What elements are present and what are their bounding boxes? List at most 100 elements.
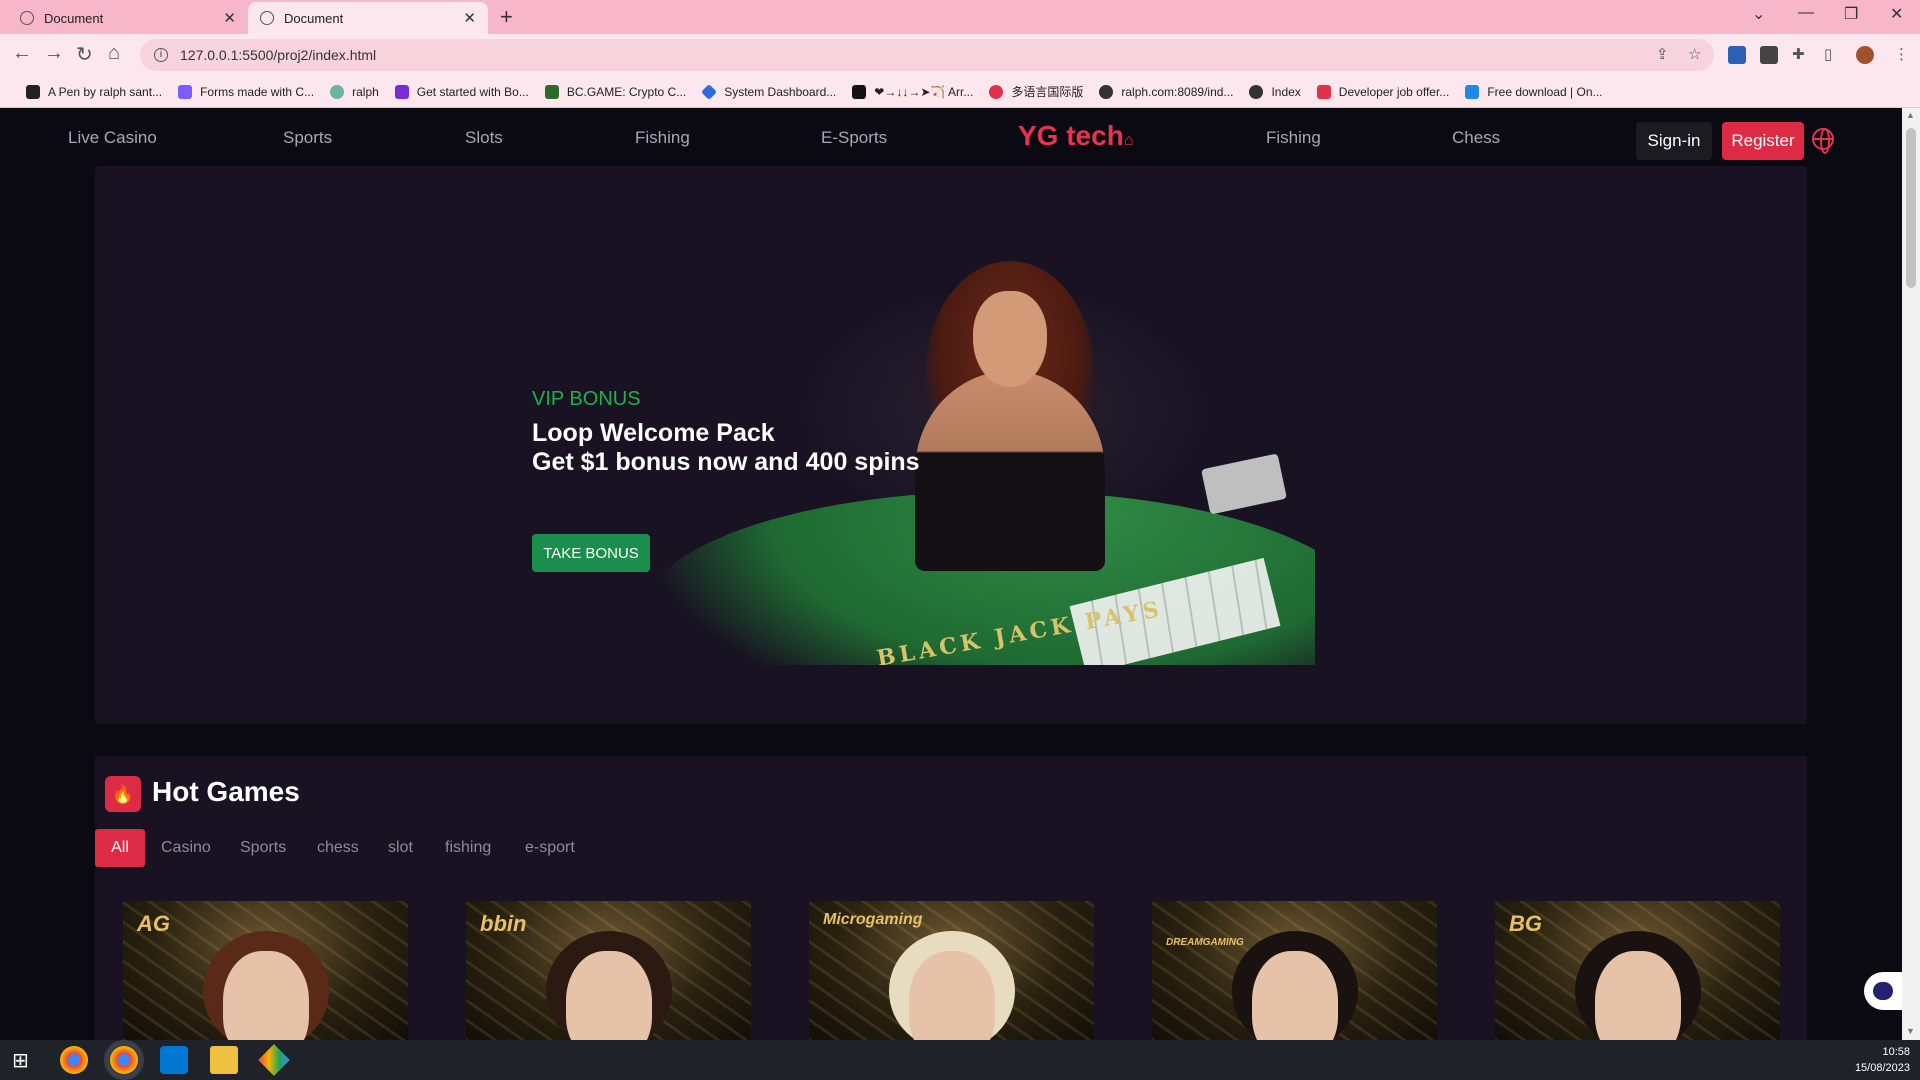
filter-sports[interactable]: Sports <box>240 829 286 867</box>
bookmark-label: 多语言国际版 <box>1011 85 1084 99</box>
game-card[interactable]: DREAMGAMING <box>1152 901 1437 1040</box>
scroll-thumb[interactable] <box>1906 128 1916 288</box>
bookmark-item[interactable]: BC.GAME: Crypto C... <box>544 84 686 99</box>
bookmark-item[interactable]: ralph.com:8089/ind... <box>1099 84 1234 99</box>
nav-slots[interactable]: Slots <box>465 128 503 148</box>
chrome-icon[interactable] <box>60 1046 88 1074</box>
bookmark-item[interactable]: Get started with Bo... <box>394 84 529 99</box>
page-scrollbar[interactable]: ▲ ▼ <box>1902 108 1920 1040</box>
bookmark-label: Free download | On... <box>1487 84 1603 99</box>
bookmark-item[interactable]: Index <box>1249 84 1301 99</box>
bookmark-item[interactable]: ❤→↓↓→➤🏹 Arr... <box>852 84 973 99</box>
nav-sports[interactable]: Sports <box>283 128 332 148</box>
git-app-icon[interactable] <box>258 1044 290 1076</box>
share-icon[interactable]: ⇪ <box>1656 45 1669 63</box>
close-tab-icon[interactable]: ✕ <box>223 9 236 27</box>
game-brand: bbin <box>480 911 527 936</box>
take-bonus-button[interactable]: TAKE BONUS <box>532 534 650 572</box>
filter-all[interactable]: All <box>95 829 145 867</box>
bookmark-favicon <box>701 83 718 100</box>
page-viewport: Live Casino Sports Slots Fishing E-Sport… <box>0 108 1902 1040</box>
filter-chess[interactable]: chess <box>317 829 359 867</box>
bookmark-item[interactable]: Developer job offer... <box>1316 84 1449 99</box>
scroll-down-icon[interactable]: ▼ <box>1906 1026 1915 1036</box>
nav-fishing-2[interactable]: Fishing <box>1266 128 1321 148</box>
back-icon[interactable]: ← <box>12 42 32 65</box>
extension-icon[interactable] <box>1760 46 1778 64</box>
game-card[interactable]: BG <box>1495 901 1780 1040</box>
windows-start-icon[interactable]: ⊞ <box>12 1048 40 1076</box>
bookmark-item[interactable]: System Dashboard... <box>701 83 836 100</box>
forward-icon[interactable]: → <box>44 42 64 65</box>
bookmark-favicon <box>394 84 409 99</box>
windows-taskbar: ⊞ 10:58 15/08/2023 <box>0 1040 1920 1080</box>
nav-e-sports[interactable]: E-Sports <box>821 128 887 148</box>
bookmark-label: Forms made with C... <box>200 84 315 99</box>
game-brand: BG <box>1509 911 1542 936</box>
extension-icon[interactable] <box>1728 46 1746 64</box>
hot-games-section: 🔥 Hot Games All Casino Sports chess slot… <box>95 756 1807 1040</box>
filter-e-sport[interactable]: e-sport <box>525 829 575 867</box>
bookmark-label: Get started with Bo... <box>416 84 529 99</box>
browser-tab[interactable]: Document ✕ <box>8 2 248 34</box>
file-explorer-icon[interactable] <box>210 1046 238 1074</box>
nav-fishing[interactable]: Fishing <box>635 128 690 148</box>
filter-casino[interactable]: Casino <box>161 829 211 867</box>
home-icon[interactable]: ⌂ <box>108 42 120 65</box>
bookmark-label: A Pen by ralph sant... <box>48 84 163 99</box>
close-tab-icon[interactable]: ✕ <box>463 9 476 27</box>
new-tab-button[interactable]: + <box>500 4 513 30</box>
reload-icon[interactable]: ↻ <box>76 42 93 67</box>
logo-text: YG tech <box>1018 120 1124 151</box>
restore-button[interactable]: ❐ <box>1844 4 1858 24</box>
house-icon: ⌂ <box>1123 132 1134 149</box>
browser-tab-active[interactable]: Document ✕ <box>248 2 488 34</box>
bookmark-item[interactable]: ralph <box>330 84 379 99</box>
sign-in-button[interactable]: Sign-in <box>1636 122 1712 160</box>
nav-chess[interactable]: Chess <box>1452 128 1500 148</box>
extensions-puzzle-icon[interactable]: ✚ <box>1792 45 1805 63</box>
system-clock[interactable]: 10:58 15/08/2023 <box>1855 1044 1910 1076</box>
bookmarks-bar: A Pen by ralph sant... Forms made with C… <box>0 76 1920 108</box>
info-icon[interactable]: i <box>154 48 168 62</box>
clock-date: 15/08/2023 <box>1854 1062 1910 1074</box>
close-window-button[interactable]: ✕ <box>1890 4 1903 24</box>
address-bar-row: ← → ↻ ⌂ i 127.0.0.1:5500/proj2/index.htm… <box>0 34 1920 76</box>
bookmark-favicon <box>1465 84 1480 99</box>
globe-icon <box>20 11 34 25</box>
language-globe-icon[interactable] <box>1812 128 1834 154</box>
bookmark-label: Index <box>1271 84 1301 99</box>
vscode-icon[interactable] <box>160 1046 188 1074</box>
url-input[interactable]: i 127.0.0.1:5500/proj2/index.html <box>140 39 1714 71</box>
minimize-button[interactable]: — <box>1798 4 1814 22</box>
filter-slot[interactable]: slot <box>388 829 413 867</box>
game-card[interactable]: Microgaming <box>809 901 1094 1040</box>
bookmark-star-icon[interactable]: ☆ <box>1688 45 1701 63</box>
bookmark-item[interactable]: Forms made with C... <box>178 84 315 99</box>
tab-search-icon[interactable]: ⌄ <box>1752 4 1765 24</box>
hero-heading: Loop Welcome Pack Get $1 bonus now and 4… <box>532 419 920 477</box>
side-panel-icon[interactable]: ▯ <box>1824 45 1832 63</box>
bookmark-favicon <box>26 84 40 99</box>
bookmark-item[interactable]: 多语言国际版 <box>989 83 1083 100</box>
register-button[interactable]: Register <box>1722 122 1804 160</box>
chat-support-button[interactable] <box>1864 972 1902 1010</box>
filter-fishing[interactable]: fishing <box>445 829 491 867</box>
site-logo[interactable]: YG tech⌂ <box>1018 120 1133 152</box>
profile-avatar[interactable] <box>1856 46 1874 64</box>
bookmark-favicon <box>1099 84 1114 99</box>
tab-title: Document <box>284 10 344 26</box>
url-text: 127.0.0.1:5500/proj2/index.html <box>180 47 377 63</box>
chat-icon <box>1873 982 1893 1000</box>
nav-live-casino[interactable]: Live Casino <box>68 128 157 148</box>
game-card[interactable]: bbin <box>466 901 751 1040</box>
hero-banner: BLACK JACK PAYS VIP BONUS Loop Welcome P… <box>95 166 1807 724</box>
scroll-up-icon[interactable]: ▲ <box>1906 110 1915 120</box>
bookmark-item[interactable]: A Pen by ralph sant... <box>26 84 163 99</box>
game-card[interactable]: AG <box>123 901 408 1040</box>
game-brand: DREAMGAMING <box>1166 937 1244 948</box>
bookmark-item[interactable]: Free download | On... <box>1465 84 1603 99</box>
bookmark-label: ralph.com:8089/ind... <box>1121 84 1234 99</box>
chrome-active-icon[interactable] <box>110 1046 138 1074</box>
menu-kebab-icon[interactable]: ⋮ <box>1894 45 1909 63</box>
